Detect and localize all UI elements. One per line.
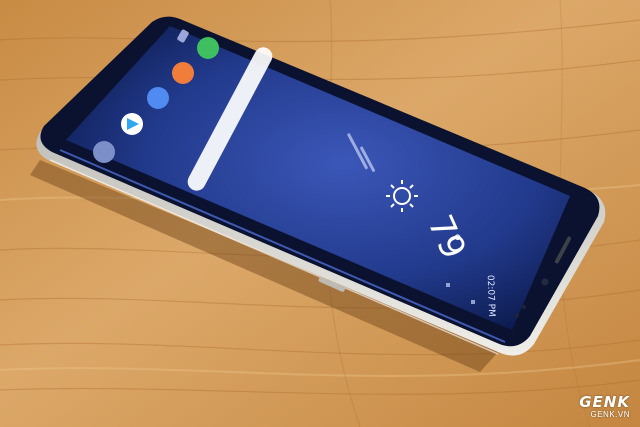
front-camera	[541, 278, 549, 286]
phone-icon[interactable]	[197, 37, 219, 59]
settings-icon[interactable]	[147, 87, 169, 109]
proximity-sensor	[522, 305, 526, 309]
watermark-logo: GENK	[579, 393, 630, 411]
photo-scene: 79 ° 02:07 PM	[0, 0, 640, 427]
gallery-icon[interactable]	[93, 141, 115, 163]
watermark-site: GENK.VN	[590, 410, 630, 419]
camera-icon[interactable]	[172, 62, 194, 84]
iris-sensor	[515, 314, 519, 318]
watermark: GENK GENK.VN	[579, 393, 630, 420]
status-time: 02:07 PM	[485, 275, 496, 317]
